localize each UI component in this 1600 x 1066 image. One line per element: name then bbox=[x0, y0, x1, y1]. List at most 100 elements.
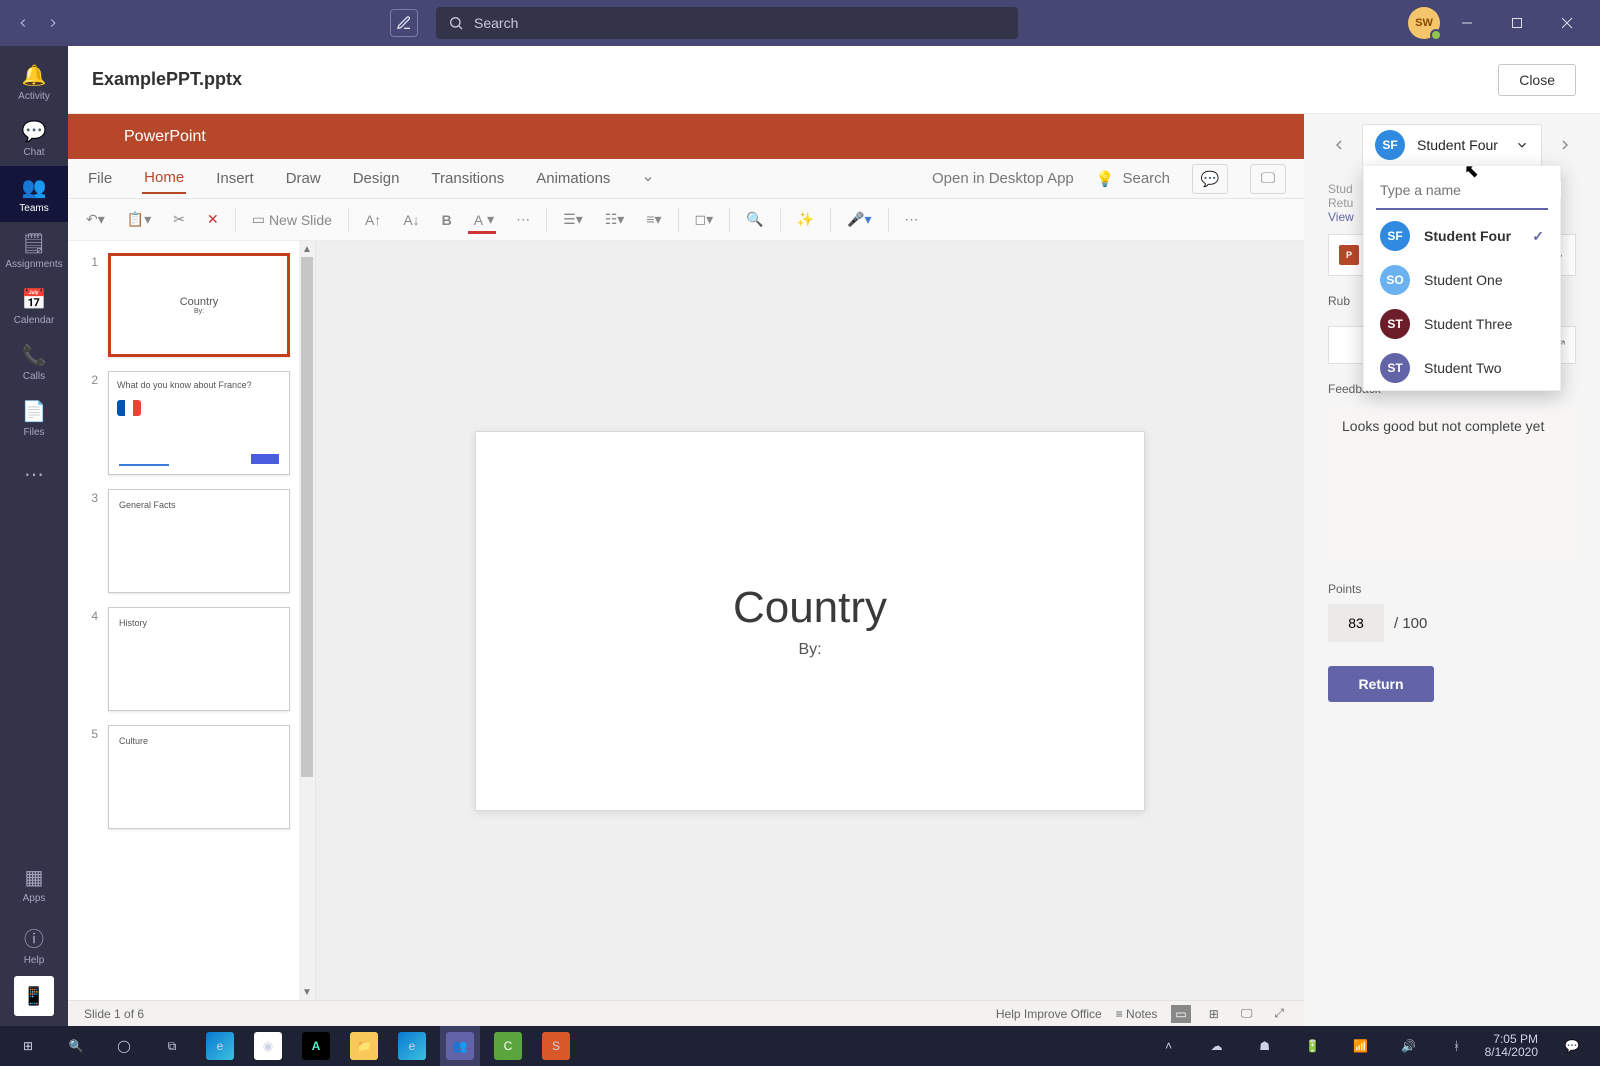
tray-onedrive[interactable]: ☁ bbox=[1197, 1026, 1237, 1066]
bold-button[interactable]: B bbox=[436, 208, 458, 232]
open-in-desktop[interactable]: Open in Desktop App bbox=[932, 170, 1074, 187]
notes-toggle[interactable]: ≡ Notes bbox=[1116, 1007, 1158, 1021]
taskbar-teams[interactable]: 👥 bbox=[440, 1026, 480, 1066]
paste-button[interactable]: 📋▾ bbox=[121, 207, 157, 232]
designer-button[interactable]: ✨ bbox=[791, 207, 820, 232]
return-button[interactable]: Return bbox=[1328, 666, 1434, 702]
taskbar-edge-2[interactable]: e bbox=[392, 1026, 432, 1066]
font-color[interactable]: A▾ bbox=[468, 207, 500, 232]
scroll-down-icon[interactable]: ▼ bbox=[299, 984, 315, 1000]
fit-button[interactable]: ⤢ bbox=[1270, 1004, 1288, 1023]
undo-button[interactable]: ↶▾ bbox=[80, 207, 111, 232]
tray-overflow[interactable]: ˄ bbox=[1149, 1026, 1189, 1066]
search-icon bbox=[448, 15, 464, 31]
taskbar-search[interactable]: 🔍 bbox=[56, 1026, 96, 1066]
rail-activity[interactable]: 🔔Activity bbox=[0, 54, 68, 110]
tell-me[interactable]: 💡Search bbox=[1096, 170, 1170, 188]
new-message-button[interactable] bbox=[390, 9, 418, 37]
prev-student-button[interactable] bbox=[1328, 134, 1350, 156]
taskbar-chrome[interactable]: ◉ bbox=[248, 1026, 288, 1066]
thumbnail-1[interactable]: 1 CountryBy: bbox=[84, 253, 307, 357]
rail-files[interactable]: 📄Files bbox=[0, 390, 68, 446]
taskbar-snagit[interactable]: S bbox=[536, 1026, 576, 1066]
rail-chat[interactable]: 💬Chat bbox=[0, 110, 68, 166]
rail-apps[interactable]: ▦Apps bbox=[0, 856, 68, 912]
user-avatar[interactable]: SW bbox=[1408, 7, 1440, 39]
action-center[interactable]: 💬 bbox=[1552, 1026, 1592, 1066]
student-search[interactable] bbox=[1376, 172, 1548, 210]
reading-view-button[interactable]: 🖵 bbox=[1237, 1004, 1257, 1023]
feedback-textarea[interactable]: Looks good but not complete yet bbox=[1328, 404, 1576, 564]
tab-animations[interactable]: Animations bbox=[534, 164, 612, 193]
taskbar-app-a[interactable]: A bbox=[296, 1026, 336, 1066]
help-improve-link[interactable]: Help Improve Office bbox=[996, 1007, 1102, 1021]
new-slide-button[interactable]: ▭ New Slide bbox=[246, 207, 338, 232]
rail-help[interactable]: ⓘHelp bbox=[0, 916, 68, 972]
tray-windows-security[interactable]: ☗ bbox=[1245, 1026, 1285, 1066]
bullets-button[interactable]: ☰▾ bbox=[557, 207, 589, 232]
cut-button[interactable]: ✂ bbox=[167, 207, 191, 232]
rail-more[interactable]: ⋯ bbox=[0, 446, 68, 502]
global-search[interactable]: Search bbox=[436, 7, 1018, 39]
find-button[interactable]: 🔍 bbox=[740, 207, 769, 232]
student-selector[interactable]: SF Student Four SF Student Four bbox=[1362, 124, 1542, 166]
next-student-button[interactable] bbox=[1554, 134, 1576, 156]
dictate-button[interactable]: 🎤▾ bbox=[841, 207, 877, 232]
sorter-view-button[interactable]: ⊞ bbox=[1205, 1005, 1223, 1023]
student-option-three[interactable]: ST Student Three bbox=[1364, 302, 1560, 346]
more-font[interactable]: ⋯ bbox=[510, 207, 536, 232]
taskbar-camtasia[interactable]: C bbox=[488, 1026, 528, 1066]
rail-popout-button[interactable]: 📱 bbox=[14, 976, 54, 1016]
points-input[interactable] bbox=[1328, 604, 1384, 642]
tab-insert[interactable]: Insert bbox=[214, 164, 256, 193]
shapes-button[interactable]: ◻▾ bbox=[689, 207, 720, 232]
minimize-button[interactable] bbox=[1444, 0, 1490, 46]
thumbnail-2[interactable]: 2 What do you know about France? bbox=[84, 371, 307, 475]
tray-wifi[interactable]: 📶 bbox=[1341, 1026, 1381, 1066]
cortana-button[interactable]: ◯ bbox=[104, 1026, 144, 1066]
student-option-four[interactable]: SF Student Four ✓ bbox=[1364, 214, 1560, 258]
font-increase[interactable]: A↑ bbox=[359, 208, 387, 232]
tab-file[interactable]: File bbox=[86, 164, 114, 193]
tab-home[interactable]: Home bbox=[142, 163, 186, 194]
taskbar-explorer[interactable]: 📁 bbox=[344, 1026, 384, 1066]
tray-battery[interactable]: 🔋 bbox=[1293, 1026, 1333, 1066]
forward-button[interactable] bbox=[40, 10, 66, 36]
powerpoint-embedded: PowerPoint File Home Insert Draw Design … bbox=[68, 114, 1304, 1026]
slide-canvas[interactable]: Country By: bbox=[316, 241, 1304, 1000]
font-decrease[interactable]: A↓ bbox=[397, 208, 425, 232]
tab-transitions[interactable]: Transitions bbox=[429, 164, 506, 193]
tray-volume[interactable]: 🔊 bbox=[1389, 1026, 1429, 1066]
back-button[interactable] bbox=[10, 10, 36, 36]
tab-overflow[interactable] bbox=[640, 167, 656, 191]
student-option-one[interactable]: SO Student One bbox=[1364, 258, 1560, 302]
tab-draw[interactable]: Draw bbox=[284, 164, 323, 193]
student-option-two[interactable]: ST Student Two bbox=[1364, 346, 1560, 390]
tray-bluetooth[interactable]: ᚼ bbox=[1437, 1026, 1477, 1066]
align-button[interactable]: ≡▾ bbox=[640, 207, 667, 232]
numbering-button[interactable]: ☷▾ bbox=[599, 207, 631, 232]
present-button[interactable]: 🖵 bbox=[1250, 164, 1286, 194]
thumbnail-5[interactable]: 5 Culture bbox=[84, 725, 307, 829]
thumbnail-4[interactable]: 4 History bbox=[84, 607, 307, 711]
taskbar-clock[interactable]: 7:05 PM 8/14/2020 bbox=[1485, 1033, 1544, 1059]
rail-calls[interactable]: 📞Calls bbox=[0, 334, 68, 390]
normal-view-button[interactable]: ▭ bbox=[1171, 1005, 1190, 1023]
taskbar-edge[interactable]: e bbox=[200, 1026, 240, 1066]
toolbar-more[interactable]: ⋯ bbox=[899, 207, 925, 232]
close-window-button[interactable] bbox=[1544, 0, 1590, 46]
maximize-button[interactable] bbox=[1494, 0, 1540, 46]
rail-teams[interactable]: 👥Teams bbox=[0, 166, 68, 222]
start-button[interactable]: ⊞ bbox=[8, 1026, 48, 1066]
thumbnail-3[interactable]: 3 General Facts bbox=[84, 489, 307, 593]
delete-button[interactable]: ✕ bbox=[201, 207, 225, 232]
student-search-input[interactable] bbox=[1380, 182, 1561, 198]
scroll-up-icon[interactable]: ▲ bbox=[299, 241, 315, 257]
thumbnail-scrollbar[interactable]: ▲ ▼ bbox=[299, 241, 315, 1000]
rail-calendar[interactable]: 📅Calendar bbox=[0, 278, 68, 334]
task-view-button[interactable]: ⧉ bbox=[152, 1026, 192, 1066]
close-button[interactable]: Close bbox=[1498, 64, 1576, 96]
tab-design[interactable]: Design bbox=[351, 164, 402, 193]
rail-assignments[interactable]: 🗒Assignments bbox=[0, 222, 68, 278]
comments-button[interactable]: 💬 bbox=[1192, 164, 1228, 194]
